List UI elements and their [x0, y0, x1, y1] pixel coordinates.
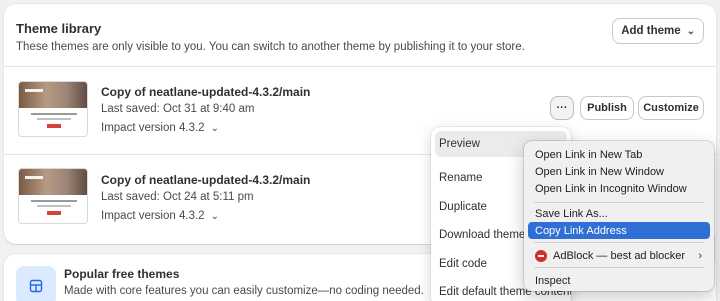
ctx-open-new-window[interactable]: Open Link in New Window: [528, 163, 710, 180]
chevron-down-icon: ⌄: [686, 25, 695, 37]
browser-context-menu: Open Link in New Tab Open Link in New Wi…: [524, 141, 714, 291]
ctx-separator: [534, 267, 704, 268]
add-theme-button[interactable]: Add theme ⌄: [612, 18, 704, 44]
publish-button[interactable]: Publish: [580, 96, 634, 120]
theme-version[interactable]: Impact version 4.3.2 ⌄: [101, 122, 219, 134]
ctx-save-link-as[interactable]: Save Link As...: [528, 205, 710, 222]
add-theme-label: Add theme: [621, 25, 681, 37]
theme-thumbnail[interactable]: [18, 168, 88, 224]
ctx-separator: [534, 202, 704, 203]
theme-version[interactable]: Impact version 4.3.2 ⌄: [101, 210, 219, 222]
theme-version-label: Impact version 4.3.2: [101, 210, 205, 222]
chevron-down-icon: ⌄: [210, 210, 219, 222]
theme-library-title: Theme library: [16, 21, 102, 36]
adblock-icon: [535, 249, 547, 262]
customize-button[interactable]: Customize: [638, 96, 704, 120]
theme-thumbnail[interactable]: [18, 81, 88, 137]
theme-last-saved: Last saved: Oct 24 at 5:11 pm: [101, 191, 254, 203]
ctx-separator: [534, 242, 704, 243]
theme-library-description: These themes are only visible to you. Yo…: [16, 41, 525, 53]
theme-name: Copy of neatlane-updated-4.3.2/main: [101, 85, 311, 99]
ctx-copy-link-address[interactable]: Copy Link Address: [528, 222, 710, 239]
popular-themes-title: Popular free themes: [64, 267, 180, 281]
ctx-open-new-tab[interactable]: Open Link in New Tab: [528, 146, 710, 163]
theme-store-icon: [16, 266, 56, 301]
theme-version-label: Impact version 4.3.2: [101, 122, 205, 134]
ctx-open-incognito[interactable]: Open Link in Incognito Window: [528, 180, 710, 197]
theme-name: Copy of neatlane-updated-4.3.2/main: [101, 173, 311, 187]
ctx-inspect[interactable]: Inspect: [528, 272, 710, 289]
theme-last-saved: Last saved: Oct 31 at 9:40 am: [101, 103, 255, 115]
popular-themes-description: Made with core features you can easily c…: [64, 285, 424, 297]
chevron-right-icon: ›: [698, 249, 702, 262]
ctx-adblock-label: AdBlock — best ad blocker: [553, 249, 686, 262]
more-actions-button[interactable]: ···: [550, 96, 574, 120]
ctx-adblock[interactable]: AdBlock — best ad blocker ›: [528, 247, 710, 264]
chevron-down-icon: ⌄: [210, 122, 219, 134]
